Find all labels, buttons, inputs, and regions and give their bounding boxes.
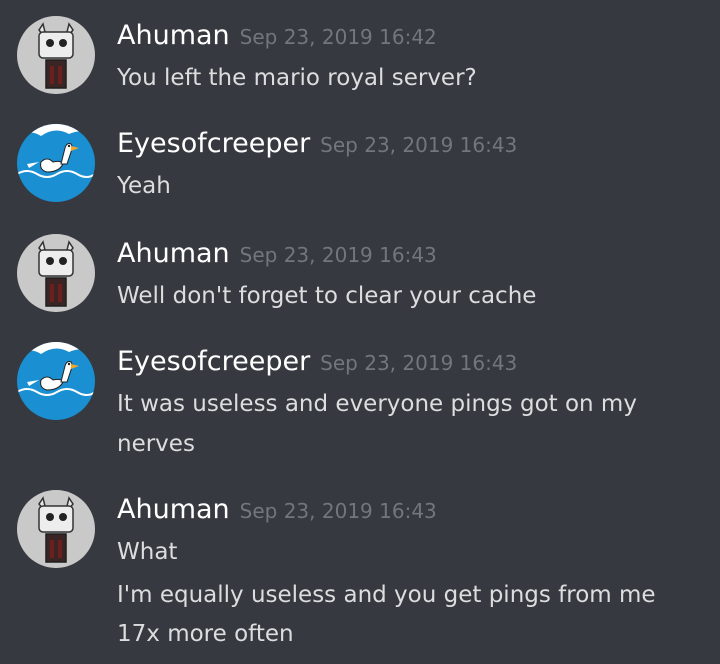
message-text: 17x more often: [117, 621, 294, 647]
cat-robot-avatar[interactable]: [17, 490, 95, 568]
message-header: Eyesofcreeper Sep 23, 2019 16:43: [117, 124, 517, 167]
username[interactable]: Ahuman: [117, 20, 230, 51]
username[interactable]: Eyesofcreeper: [117, 346, 310, 377]
cat-robot-avatar[interactable]: [17, 16, 95, 94]
message-text: Yeah: [117, 173, 171, 199]
message-header: Ahuman Sep 23, 2019 16:43: [117, 234, 437, 277]
timestamp: Sep 23, 2019 16:43: [320, 133, 518, 157]
timestamp: Sep 23, 2019 16:43: [239, 243, 437, 267]
username[interactable]: Ahuman: [117, 494, 230, 525]
cat-robot-avatar[interactable]: [17, 234, 95, 312]
message-header: Ahuman Sep 23, 2019 16:42: [117, 16, 437, 59]
message-header: Ahuman Sep 23, 2019 16:43: [117, 490, 437, 533]
message-text: You left the mario royal server?: [117, 65, 477, 91]
username[interactable]: Ahuman: [117, 238, 230, 269]
message-text: It was useless and everyone pings got on…: [117, 391, 637, 417]
message-header: Eyesofcreeper Sep 23, 2019 16:43: [117, 342, 517, 385]
message-text: What: [117, 539, 178, 565]
message-text: Well don't forget to clear your cache: [117, 283, 537, 309]
goose-avatar[interactable]: [17, 124, 95, 202]
timestamp: Sep 23, 2019 16:43: [320, 351, 518, 375]
timestamp: Sep 23, 2019 16:42: [239, 25, 437, 49]
username[interactable]: Eyesofcreeper: [117, 128, 310, 159]
goose-avatar[interactable]: [17, 342, 95, 420]
message-text: nerves: [117, 431, 195, 457]
timestamp: Sep 23, 2019 16:43: [239, 499, 437, 523]
message-text: I'm equally useless and you get pings fr…: [117, 582, 656, 608]
